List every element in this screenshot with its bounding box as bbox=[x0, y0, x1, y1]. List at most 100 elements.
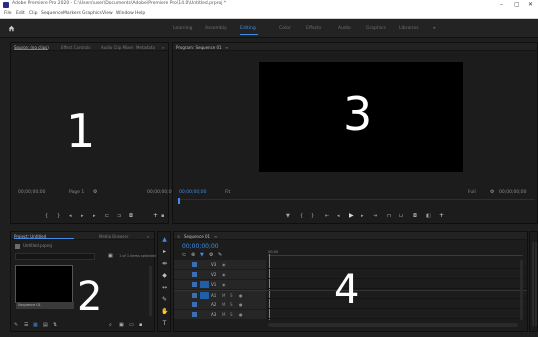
selection-tool-icon[interactable]: ▲ bbox=[161, 236, 168, 243]
program-go-to-out-icon[interactable]: ⇥ bbox=[373, 213, 377, 219]
program-export-frame-icon[interactable]: ◘ bbox=[413, 213, 417, 219]
find-icon[interactable]: ⌕ bbox=[109, 322, 112, 328]
timeline-time-ruler[interactable] bbox=[268, 255, 523, 258]
source-patch-a1[interactable] bbox=[200, 292, 209, 299]
new-item-icon[interactable]: ▭ bbox=[129, 322, 134, 328]
voice-over-icon[interactable]: ● bbox=[239, 293, 243, 298]
program-quality-dropdown[interactable]: Full bbox=[468, 190, 476, 195]
add-marker-icon[interactable]: ▼ bbox=[200, 252, 204, 258]
workspace-tab-color[interactable]: Color bbox=[279, 26, 291, 31]
program-add-marker-icon[interactable]: ▼ bbox=[286, 213, 290, 219]
project-scrollbar[interactable] bbox=[149, 266, 152, 316]
source-more-tabs[interactable]: » bbox=[162, 45, 164, 50]
sort-icon[interactable]: ⇅ bbox=[53, 322, 57, 328]
type-tool-icon[interactable]: T bbox=[161, 320, 168, 327]
voice-over-icon[interactable]: ● bbox=[239, 312, 243, 317]
workspace-tab-effects[interactable]: Effects bbox=[306, 26, 321, 31]
tab-effect-controls[interactable]: Effect Controls bbox=[61, 45, 90, 50]
menu-view[interactable]: View bbox=[102, 11, 113, 16]
program-mark-in-icon[interactable]: { bbox=[300, 213, 303, 219]
hand-tool-icon[interactable]: ✋ bbox=[161, 308, 168, 315]
lock-icon[interactable] bbox=[192, 293, 197, 298]
lock-icon[interactable] bbox=[192, 282, 197, 287]
mute-icon[interactable]: M bbox=[222, 312, 225, 317]
program-panel-menu-icon[interactable]: ≡ bbox=[225, 45, 228, 50]
menu-help[interactable]: Help bbox=[135, 11, 145, 16]
tab-sequence-01[interactable]: Sequence 01 bbox=[184, 234, 210, 239]
project-more-tabs[interactable]: » bbox=[147, 234, 149, 239]
lock-icon[interactable] bbox=[192, 272, 197, 277]
ripple-edit-tool-icon[interactable]: ⇹ bbox=[161, 260, 168, 267]
source-mark-out-icon[interactable]: } bbox=[57, 213, 60, 219]
program-add-button-icon[interactable]: + bbox=[439, 213, 444, 219]
program-extract-icon[interactable]: ⊔ bbox=[399, 213, 403, 219]
solo-icon[interactable]: S bbox=[230, 312, 233, 317]
freeform-view-icon[interactable]: ▤ bbox=[43, 322, 48, 328]
source-settings-icon[interactable]: ⚙ bbox=[93, 189, 97, 195]
lock-icon[interactable] bbox=[192, 262, 197, 267]
source-overwrite-icon[interactable]: ⊐ bbox=[117, 213, 121, 219]
source-insert-icon[interactable]: ⊏ bbox=[105, 213, 109, 219]
source-export-frame-icon[interactable]: ◘ bbox=[129, 213, 133, 219]
captions-icon[interactable]: ✎ bbox=[218, 252, 222, 258]
solo-icon[interactable]: S bbox=[230, 293, 233, 298]
timeline-settings-icon[interactable]: ⚙ bbox=[209, 252, 213, 258]
program-go-to-in-icon[interactable]: ⇤ bbox=[325, 213, 329, 219]
menu-window[interactable]: Window bbox=[116, 11, 134, 16]
tab-metadata[interactable]: Metadata bbox=[136, 45, 155, 50]
program-step-back-icon[interactable]: ◂ bbox=[337, 213, 340, 219]
sequence-thumbnail[interactable]: Sequence 01 bbox=[15, 265, 74, 309]
program-time-ruler[interactable] bbox=[177, 199, 535, 204]
tab-program[interactable]: Program: Sequence 01 bbox=[176, 45, 222, 50]
clear-icon[interactable]: ▪ bbox=[139, 322, 142, 328]
eye-icon[interactable]: ◉ bbox=[222, 282, 226, 287]
source-timecode[interactable]: 00;00;00;00 bbox=[18, 190, 45, 195]
slip-tool-icon[interactable]: ↔ bbox=[161, 284, 168, 291]
eye-icon[interactable]: ◉ bbox=[222, 262, 226, 267]
menu-graphics[interactable]: Graphics bbox=[82, 11, 102, 16]
solo-icon[interactable]: S bbox=[230, 302, 233, 307]
source-step-back-icon[interactable]: ◂ bbox=[69, 213, 72, 219]
program-lift-icon[interactable]: ⊓ bbox=[387, 213, 391, 219]
workspace-tab-assembly[interactable]: Assembly bbox=[205, 26, 227, 31]
snap-icon[interactable]: ⊂ bbox=[182, 252, 186, 258]
source-panel-menu-icon[interactable]: ▪ bbox=[161, 213, 164, 219]
source-page[interactable]: Page 1 bbox=[69, 190, 84, 195]
pencil-icon[interactable]: ✎ bbox=[14, 322, 18, 328]
workspace-tab-libraries[interactable]: Libraries bbox=[399, 26, 418, 31]
menu-clip[interactable]: Clip bbox=[29, 11, 38, 16]
tab-audio-clip-mixer[interactable]: Audio Clip Mixer bbox=[101, 45, 133, 50]
home-icon[interactable] bbox=[8, 25, 15, 32]
workspace-more-button[interactable]: » bbox=[433, 26, 436, 31]
source-step-forward-icon[interactable]: ▸ bbox=[93, 213, 96, 219]
icon-view-icon[interactable]: ▦ bbox=[33, 322, 38, 328]
voice-over-icon[interactable]: ● bbox=[239, 302, 243, 307]
lock-icon[interactable] bbox=[192, 302, 197, 307]
menu-file[interactable]: File bbox=[4, 11, 12, 16]
program-step-forward-icon[interactable]: ▸ bbox=[361, 213, 364, 219]
workspace-tab-audio[interactable]: Audio bbox=[338, 26, 351, 31]
program-play-icon[interactable]: ▶ bbox=[349, 213, 354, 219]
timeline-vertical-scrollbar[interactable] bbox=[520, 260, 523, 320]
program-comparison-icon[interactable]: ◧ bbox=[426, 213, 431, 219]
razor-tool-icon[interactable]: ◆ bbox=[161, 272, 168, 279]
minimize-button[interactable]: – bbox=[500, 1, 503, 8]
list-view-icon[interactable]: ☰ bbox=[24, 322, 28, 328]
pen-tool-icon[interactable]: ✎ bbox=[161, 296, 168, 303]
timeline-timecode[interactable]: 00;00;00;00 bbox=[182, 243, 219, 250]
track-select-tool-icon[interactable]: ▸ bbox=[161, 248, 168, 255]
lock-icon[interactable] bbox=[192, 312, 197, 317]
workspace-tab-editing[interactable]: Editing bbox=[240, 26, 256, 31]
program-settings-icon[interactable]: ⚙ bbox=[490, 189, 494, 195]
source-play-icon[interactable]: ▸ bbox=[81, 213, 84, 219]
workspace-tab-learning[interactable]: Learning bbox=[173, 26, 193, 31]
mute-icon[interactable]: M bbox=[222, 302, 225, 307]
source-add-button-icon[interactable]: + bbox=[153, 213, 158, 219]
new-bin-bottom-icon[interactable]: ▣ bbox=[119, 322, 124, 328]
program-fit-dropdown[interactable]: Fit bbox=[225, 190, 230, 195]
menu-sequence[interactable]: Sequence bbox=[41, 11, 63, 16]
program-mark-out-icon[interactable]: } bbox=[311, 213, 314, 219]
eye-icon[interactable]: ◉ bbox=[222, 272, 226, 277]
timeline-close-icon[interactable]: × bbox=[177, 234, 180, 239]
program-timecode[interactable]: 00;00;00;00 bbox=[179, 190, 206, 195]
